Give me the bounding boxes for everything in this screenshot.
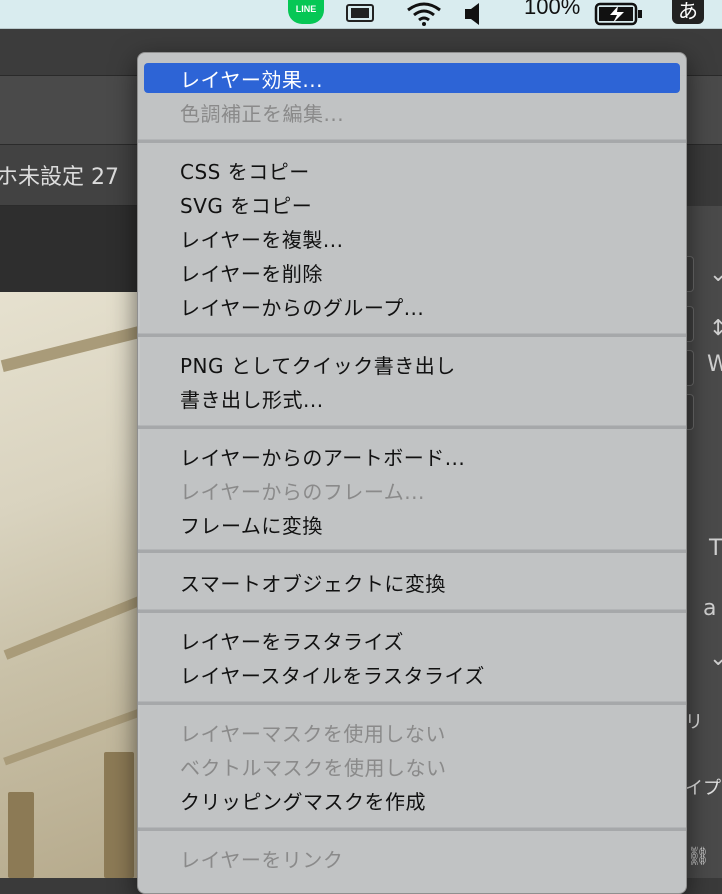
menu-separator	[138, 139, 686, 143]
link-icon[interactable]: ⛓	[687, 846, 710, 867]
battery-percentage: 100%	[524, 0, 581, 19]
speaker-icon[interactable]	[462, 0, 488, 28]
menu-item-disable-layer-mask[interactable]: レイヤーマスクを使用しない	[144, 717, 680, 747]
menu-item-link-layers[interactable]: レイヤーをリンク	[144, 843, 680, 873]
chevron-down-icon[interactable]: ⌄	[709, 646, 722, 671]
type-icon: T	[709, 536, 722, 561]
menu-item-duplicate-layer[interactable]: レイヤーを複製...	[144, 223, 680, 253]
properties-panel: ⌄ ↕ W T a ⌄ リ イプ ⛓	[684, 206, 722, 878]
chevron-down-icon[interactable]: ⌄	[709, 262, 722, 287]
screen-mirroring-icon[interactable]	[344, 0, 380, 28]
battery-charging-icon[interactable]	[594, 0, 644, 28]
menu-item-rasterize-layer-style[interactable]: レイヤースタイルをラスタライズ	[144, 659, 680, 689]
menu-separator	[138, 333, 686, 337]
photo-tag	[8, 792, 34, 878]
layer-context-menu: レイヤー効果... 色調補正を編集... CSS をコピー SVG をコピー レ…	[137, 52, 687, 894]
menu-item-quick-export-png[interactable]: PNG としてクイック書き出し	[144, 349, 680, 379]
menu-item-copy-css[interactable]: CSS をコピー	[144, 155, 680, 185]
menu-item-convert-to-frame[interactable]: フレームに変換	[144, 509, 680, 539]
system-menu-bar: LINE 100% あ	[0, 0, 722, 29]
menu-separator	[138, 701, 686, 705]
photo-beam	[3, 594, 140, 660]
menu-separator	[138, 549, 686, 553]
anti-alias-icon: a	[703, 596, 717, 621]
menu-item-rasterize-layer[interactable]: レイヤーをラスタライズ	[144, 625, 680, 655]
menu-item-group-from-layers[interactable]: レイヤーからのグループ...	[144, 291, 680, 321]
menu-item-create-clipping-mask[interactable]: クリッピングマスクを作成	[144, 785, 680, 815]
menu-item-export-as[interactable]: 書き出し形式...	[144, 383, 680, 413]
menu-item-frame-from-layers[interactable]: レイヤーからのフレーム...	[144, 475, 680, 505]
line-height-icon: ↕	[709, 316, 722, 341]
document-tab-title[interactable]: ホ未設定 27	[0, 159, 119, 191]
line-app-icon[interactable]: LINE	[288, 0, 324, 24]
panel-label: イプ	[685, 778, 721, 799]
menu-item-layer-effects[interactable]: レイヤー効果...	[144, 63, 680, 93]
menu-separator	[138, 425, 686, 429]
tracking-icon: W	[707, 352, 722, 377]
menu-item-delete-layer[interactable]: レイヤーを削除	[144, 257, 680, 287]
menu-item-convert-to-smart-object[interactable]: スマートオブジェクトに変換	[144, 567, 680, 597]
menu-separator	[138, 609, 686, 613]
input-method-indicator[interactable]: あ	[672, 0, 704, 24]
photo-beam	[0, 324, 140, 372]
menu-separator	[138, 827, 686, 831]
menu-item-copy-svg[interactable]: SVG をコピー	[144, 189, 680, 219]
menu-item-artboard-from-layers[interactable]: レイヤーからのアートボード...	[144, 441, 680, 471]
canvas-image	[0, 292, 140, 878]
photo-tag	[104, 752, 134, 878]
canvas-background	[0, 206, 140, 292]
menu-item-disable-vector-mask[interactable]: ベクトルマスクを使用しない	[144, 751, 680, 781]
wifi-icon[interactable]	[404, 0, 444, 28]
panel-label: リ	[685, 712, 703, 733]
menu-item-edit-adjustment[interactable]: 色調補正を編集...	[144, 97, 680, 127]
